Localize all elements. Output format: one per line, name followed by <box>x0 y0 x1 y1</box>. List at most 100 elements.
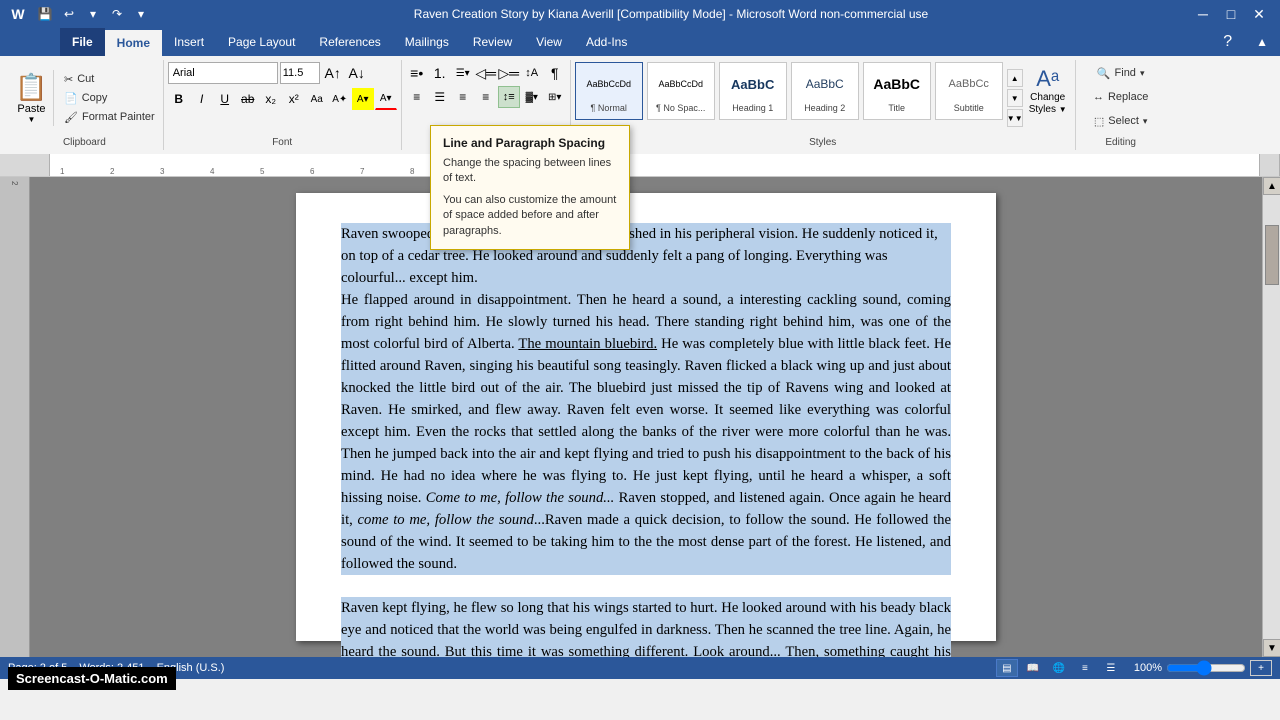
bold-button[interactable]: B <box>168 88 190 110</box>
minimize-ribbon-button[interactable]: ▲ <box>1244 28 1280 56</box>
underline-button[interactable]: U <box>214 88 236 110</box>
numbering-button[interactable]: 1. <box>429 62 451 84</box>
full-reading-view-button[interactable]: 📖 <box>1022 659 1044 677</box>
restore-button[interactable]: □ <box>1218 4 1244 24</box>
style-heading1[interactable]: AaBbC Heading 1 <box>719 62 787 120</box>
paste-button[interactable]: 📋 Paste ▼ <box>10 70 54 126</box>
scroll-track[interactable] <box>1263 195 1280 639</box>
zoom-slider[interactable] <box>1166 663 1246 673</box>
text-effects-button[interactable]: A✦ <box>329 88 351 110</box>
italic-button[interactable]: I <box>191 88 213 110</box>
style-heading1-preview: AaBbC <box>722 65 784 103</box>
close-button[interactable]: ✕ <box>1246 4 1272 24</box>
styles-expand[interactable]: ▼▼ <box>1007 109 1023 127</box>
document-area: 2 Raven swooped down, just so a flash of… <box>0 177 1280 657</box>
tab-review[interactable]: Review <box>461 28 524 56</box>
redo-button[interactable]: ↷ <box>106 3 128 25</box>
tab-file[interactable]: File <box>60 28 105 56</box>
style-subtitle-label: Subtitle <box>954 103 984 113</box>
selected-paragraph-2: Raven kept flying, he flew so long that … <box>341 597 951 657</box>
clipboard-small-buttons: ✂ Cut 📄 Copy 🖌 Format Painter <box>60 70 159 126</box>
multilevel-list-button[interactable]: ☰▾ <box>452 62 474 84</box>
scroll-down-button[interactable]: ▼ <box>1263 639 1280 657</box>
find-icon: 🔍 <box>1097 67 1111 80</box>
superscript-button[interactable]: x² <box>283 88 305 110</box>
draft-view-button[interactable]: ☰ <box>1100 659 1122 677</box>
undo-button[interactable]: ↩ <box>58 3 80 25</box>
change-styles-button[interactable]: Aᵃ ChangeStyles ▼ <box>1025 62 1071 134</box>
font-group-label: Font <box>164 137 401 148</box>
zoom-in-button[interactable]: + <box>1250 660 1272 676</box>
format-painter-button[interactable]: 🖌 Format Painter <box>60 108 159 126</box>
styles-scroll-up[interactable]: ▲ <box>1007 69 1023 87</box>
font-name-input[interactable] <box>168 62 278 84</box>
strikethrough-button[interactable]: ab <box>237 88 259 110</box>
outline-view-button[interactable]: ≡ <box>1074 659 1096 677</box>
styles-group: AaBbCcDd ¶ Normal AaBbCcDd ¶ No Spac... … <box>571 60 1076 150</box>
decrease-indent-button[interactable]: ◁═ <box>475 62 497 84</box>
decrease-font-button[interactable]: A↓ <box>346 62 368 84</box>
align-right-button[interactable]: ≡ <box>452 86 474 108</box>
line-spacing-button[interactable]: ↕≡ <box>498 86 520 108</box>
font-format-row: B I U ab x₂ x² Aa A✦ A▾ A▾ <box>168 88 397 110</box>
styles-group-label: Styles <box>571 137 1075 148</box>
highlight-button[interactable]: A▾ <box>352 88 374 110</box>
font-color-button[interactable]: A▾ <box>375 88 397 110</box>
style-title[interactable]: AaBbC Title <box>863 62 931 120</box>
justify-button[interactable]: ≡ <box>475 86 497 108</box>
print-layout-view-button[interactable]: ▤ <box>996 659 1018 677</box>
select-dropdown: ▾ <box>1143 116 1148 127</box>
find-button[interactable]: 🔍 Find ▾ <box>1093 62 1149 84</box>
align-center-button[interactable]: ☰ <box>429 86 451 108</box>
sort-button[interactable]: ↕A <box>521 62 543 84</box>
vertical-scrollbar[interactable]: ▲ ▼ <box>1262 177 1280 657</box>
align-left-button[interactable]: ≡ <box>406 86 428 108</box>
scroll-up-button[interactable]: ▲ <box>1263 177 1280 195</box>
tab-insert[interactable]: Insert <box>162 28 216 56</box>
cut-button[interactable]: ✂ Cut <box>60 70 159 88</box>
borders-button[interactable]: ⊞▾ <box>544 86 566 108</box>
document-page[interactable]: Raven swooped down, just so a flash of g… <box>296 193 996 641</box>
style-heading2[interactable]: AaBbC Heading 2 <box>791 62 859 120</box>
undo-dropdown-button[interactable]: ▾ <box>82 3 104 25</box>
page-area: Raven swooped down, just so a flash of g… <box>30 177 1262 657</box>
status-bar: Page: 2 of 5 Words: 2,451 English (U.S.)… <box>0 657 1280 679</box>
minimize-button[interactable]: ─ <box>1190 4 1216 24</box>
clear-format-button[interactable]: Aa <box>306 88 328 110</box>
shading-button[interactable]: ▓▾ <box>521 86 543 108</box>
customize-qa-button[interactable]: ▾ <box>130 3 152 25</box>
tab-home[interactable]: Home <box>105 28 162 56</box>
tab-mailings[interactable]: Mailings <box>393 28 461 56</box>
cut-label: Cut <box>77 73 94 85</box>
save-button[interactable]: 💾 <box>34 3 56 25</box>
font-size-input[interactable] <box>280 62 320 84</box>
tab-view[interactable]: View <box>524 28 574 56</box>
replace-button[interactable]: ↔ Replace <box>1089 86 1152 108</box>
help-button[interactable]: ? <box>1211 28 1244 56</box>
style-no-spacing[interactable]: AaBbCcDd ¶ No Spac... <box>647 62 715 120</box>
paste-icon: 📋 <box>15 72 47 103</box>
font-group: A↑ A↓ B I U ab x₂ x² Aa A✦ A▾ A▾ Font <box>164 60 402 150</box>
title-bar: W 💾 ↩ ▾ ↷ ▾ Raven Creation Story by Kian… <box>0 0 1280 28</box>
style-normal[interactable]: AaBbCcDd ¶ Normal <box>575 62 643 120</box>
copy-label: Copy <box>82 92 108 104</box>
web-layout-view-button[interactable]: 🌐 <box>1048 659 1070 677</box>
editing-group: 🔍 Find ▾ ↔ Replace ⬚ Select ▾ Editing <box>1076 60 1166 150</box>
styles-group-content: AaBbCcDd ¶ Normal AaBbCcDd ¶ No Spac... … <box>575 62 1071 148</box>
subscript-button[interactable]: x₂ <box>260 88 282 110</box>
tooltip-title: Line and Paragraph Spacing <box>443 136 617 150</box>
select-button[interactable]: ⬚ Select ▾ <box>1090 110 1152 132</box>
tab-add-ins[interactable]: Add-Ins <box>574 28 639 56</box>
increase-indent-button[interactable]: ▷═ <box>498 62 520 84</box>
styles-scroll-down[interactable]: ▼ <box>1007 89 1023 107</box>
ribbon: File Home Insert Page Layout References … <box>0 28 1280 177</box>
tab-page-layout[interactable]: Page Layout <box>216 28 307 56</box>
quick-access-toolbar: 💾 ↩ ▾ ↷ ▾ <box>34 3 152 25</box>
increase-font-button[interactable]: A↑ <box>322 62 344 84</box>
copy-button[interactable]: 📄 Copy <box>60 89 159 107</box>
tab-references[interactable]: References <box>307 28 392 56</box>
bullets-button[interactable]: ≡• <box>406 62 428 84</box>
scroll-thumb[interactable] <box>1265 225 1279 285</box>
show-marks-button[interactable]: ¶ <box>544 62 566 84</box>
style-subtitle[interactable]: AaBbCc Subtitle <box>935 62 1003 120</box>
